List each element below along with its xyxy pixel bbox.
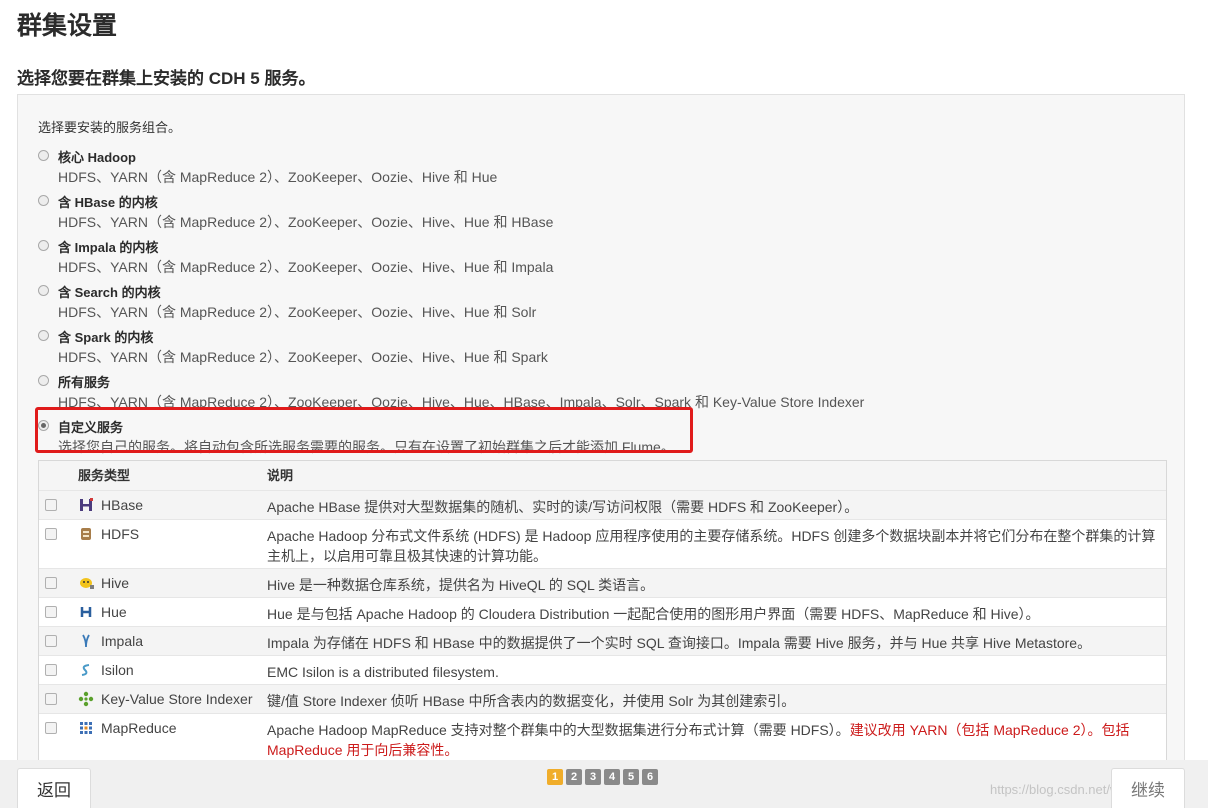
radio-core-search[interactable] [38, 285, 49, 296]
option-title: 含 Search 的内核 [58, 285, 161, 300]
option-description: HDFS、YARN（含 MapReduce 2）、ZooKeeper、Oozie… [58, 169, 498, 185]
service-checkbox-mapreduce[interactable] [45, 722, 57, 734]
hive-icon [78, 575, 94, 591]
service-checkbox-hive[interactable] [45, 577, 57, 589]
option-description: HDFS、YARN（含 MapReduce 2）、ZooKeeper、Oozie… [58, 304, 537, 320]
service-description: Apache Hadoop MapReduce 支持对整个群集中的大型数据集进行… [267, 720, 1162, 760]
table-row: MapReduce Apache Hadoop MapReduce 支持对整个群… [39, 713, 1166, 762]
option-title: 核心 Hadoop [58, 150, 136, 165]
hdfs-icon [78, 526, 94, 542]
table-row: Impala Impala 为存储在 HDFS 和 HBase 中的数据提供了一… [39, 626, 1166, 655]
service-name: HBase [101, 497, 144, 513]
isilon-icon [78, 662, 94, 678]
mapreduce-icon [78, 720, 94, 736]
service-selection-panel: 选择要安装的服务组合。 核心 Hadoop HDFS、YARN（含 MapRed… [17, 94, 1185, 774]
kv-indexer-icon [78, 691, 94, 707]
service-description: Hive 是一种数据仓库系统，提供名为 HiveQL 的 SQL 类语言。 [267, 577, 655, 593]
service-name: Hive [101, 575, 130, 591]
service-checkbox-kv-indexer[interactable] [45, 693, 57, 705]
page-step-2[interactable]: 2 [566, 769, 582, 785]
table-row: Isilon EMC Isilon is a distributed files… [39, 655, 1166, 684]
option-title: 含 Spark 的内核 [58, 330, 154, 345]
service-checkbox-hue[interactable] [45, 606, 57, 618]
radio-all-services[interactable] [38, 375, 49, 386]
page-step-5[interactable]: 5 [623, 769, 639, 785]
page-title: 群集设置 [17, 12, 118, 40]
service-description: Apache HBase 提供对大型数据集的随机、实时的读/写访问权限（需要 H… [267, 499, 859, 515]
service-name: HDFS [101, 526, 140, 542]
service-name: Isilon [101, 662, 134, 678]
header-service-type: 服务类型 [78, 468, 131, 483]
hbase-icon [78, 497, 94, 513]
service-description-text: Apache Hadoop MapReduce 支持对整个群集中的大型数据集进行… [267, 722, 850, 738]
table-row: HBase Apache HBase 提供对大型数据集的随机、实时的读/写访问权… [39, 490, 1166, 519]
table-row: Hive Hive 是一种数据仓库系统，提供名为 HiveQL 的 SQL 类语… [39, 568, 1166, 597]
service-description: 键/值 Store Indexer 侦听 HBase 中所含表内的数据变化，并使… [267, 693, 796, 709]
service-name: MapReduce [101, 720, 177, 736]
services-table: 服务类型 说明 HBase Apache HBase 提供对大型数据集的随机、实… [38, 460, 1167, 773]
service-description: Impala 为存储在 HDFS 和 HBase 中的数据提供了一个实时 SQL… [267, 635, 1092, 651]
service-name: Key-Value Store Indexer [101, 691, 253, 707]
service-checkbox-isilon[interactable] [45, 664, 57, 676]
service-name: Impala [101, 633, 144, 649]
selection-highlight-box [35, 407, 693, 453]
radio-core-hbase[interactable] [38, 195, 49, 206]
service-checkbox-hbase[interactable] [45, 499, 57, 511]
page-step-6[interactable]: 6 [642, 769, 658, 785]
option-title: 含 Impala 的内核 [58, 240, 159, 255]
header-description: 说明 [267, 468, 294, 483]
page-step-3[interactable]: 3 [585, 769, 601, 785]
table-row: HDFS Apache Hadoop 分布式文件系统 (HDFS) 是 Hado… [39, 519, 1166, 568]
option-title: 含 HBase 的内核 [58, 195, 158, 210]
service-description: Hue 是与包括 Apache Hadoop 的 Cloudera Distri… [267, 606, 1040, 622]
table-header [39, 461, 1166, 491]
radio-core-spark[interactable] [38, 330, 49, 341]
service-description: EMC Isilon is a distributed filesystem. [267, 664, 499, 680]
service-checkbox-impala[interactable] [45, 635, 57, 647]
table-row: Hue Hue 是与包括 Apache Hadoop 的 Cloudera Di… [39, 597, 1166, 626]
selection-prompt: 选择要安装的服务组合。 [38, 120, 182, 135]
table-row: Key-Value Store Indexer 键/值 Store Indexe… [39, 684, 1166, 713]
option-description: HDFS、YARN（含 MapReduce 2）、ZooKeeper、Oozie… [58, 259, 554, 275]
hue-icon [78, 604, 94, 620]
back-button[interactable]: 返回 [17, 768, 91, 808]
radio-core-impala[interactable] [38, 240, 49, 251]
continue-button[interactable]: 继续 [1111, 768, 1185, 808]
page-step-4[interactable]: 4 [604, 769, 620, 785]
service-description: Apache Hadoop 分布式文件系统 (HDFS) 是 Hadoop 应用… [267, 528, 1156, 564]
page-step-1[interactable]: 1 [547, 769, 563, 785]
wizard-step-pager: 1 2 3 4 5 6 [547, 769, 658, 785]
option-title: 所有服务 [58, 375, 111, 390]
service-checkbox-hdfs[interactable] [45, 528, 57, 540]
radio-core-hadoop[interactable] [38, 150, 49, 161]
option-description: HDFS、YARN（含 MapReduce 2）、ZooKeeper、Oozie… [58, 214, 554, 230]
service-name: Hue [101, 604, 127, 620]
page-subtitle: 选择您要在群集上安装的 CDH 5 服务。 [17, 69, 316, 88]
impala-icon [78, 633, 94, 649]
option-description: HDFS、YARN（含 MapReduce 2）、ZooKeeper、Oozie… [58, 349, 548, 365]
